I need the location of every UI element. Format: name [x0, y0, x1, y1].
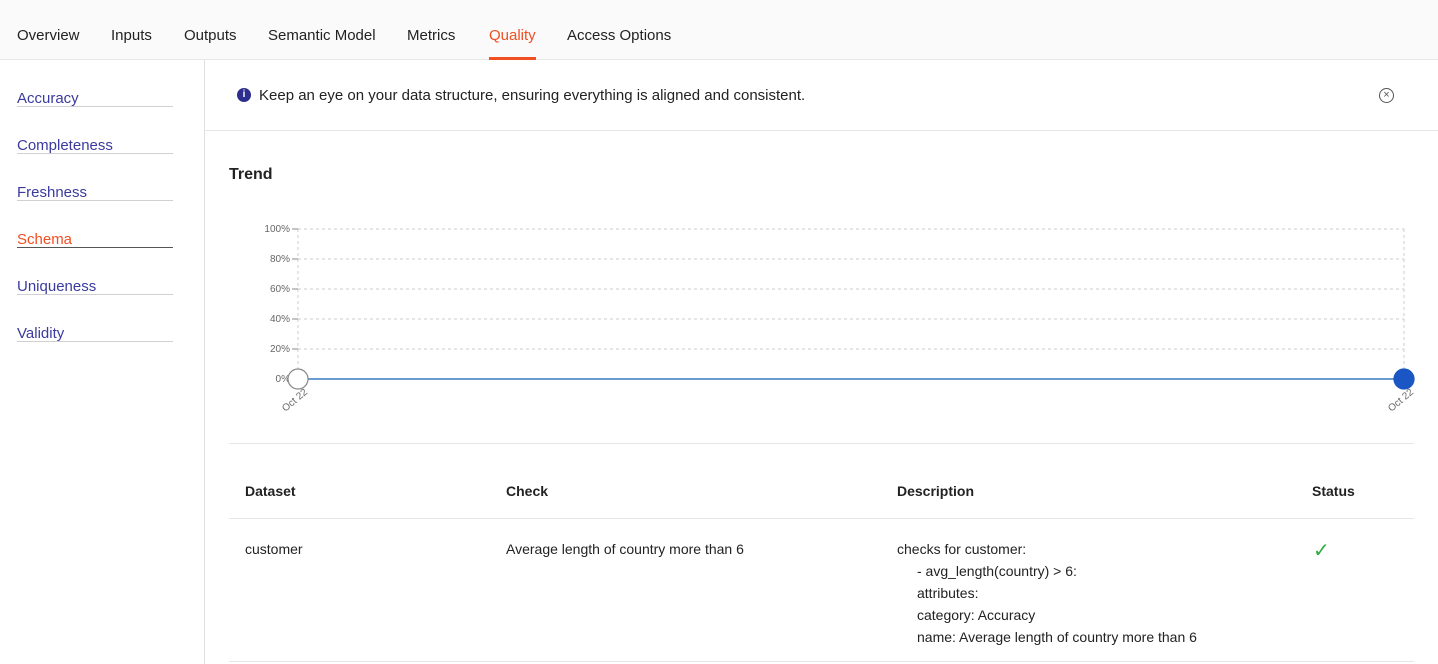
sidebar: Accuracy Completeness Freshness Schema U… [0, 60, 205, 664]
description-line: name: Average length of country more tha… [917, 629, 1197, 645]
tab-outputs[interactable]: Outputs [184, 27, 237, 60]
data-point [1393, 368, 1415, 390]
sidebar-item-schema[interactable]: Schema [17, 201, 173, 248]
y-tick-label: 20% [270, 344, 290, 355]
info-banner: i Keep an eye on your data structure, en… [205, 60, 1438, 131]
header-description: Description [897, 483, 975, 499]
cell-check: Average length of country more than 6 [506, 541, 744, 557]
tab-overview[interactable]: Overview [17, 27, 80, 60]
tab-metrics[interactable]: Metrics [407, 27, 455, 60]
sidebar-item-validity[interactable]: Validity [17, 295, 173, 342]
tab-semantic-model[interactable]: Semantic Model [268, 27, 376, 60]
tab-inputs[interactable]: Inputs [111, 27, 152, 60]
check-icon: ✓ [1313, 540, 1330, 562]
x-tick-label: Oct 22 [280, 387, 310, 415]
info-icon: i [237, 88, 251, 102]
sidebar-item-completeness[interactable]: Completeness [17, 107, 173, 154]
data-point [287, 368, 309, 390]
header-dataset: Dataset [245, 483, 296, 499]
x-tick-label: Oct 22 [1386, 387, 1416, 415]
divider [229, 443, 1414, 444]
sidebar-item-freshness[interactable]: Freshness [17, 154, 173, 201]
tab-access-options[interactable]: Access Options [567, 27, 671, 60]
sidebar-item-accuracy[interactable]: Accuracy [17, 60, 173, 107]
trend-chart: 0%20%40%60%80%100% Oct 22 Oct 22 [264, 224, 1416, 415]
y-tick-label: 60% [270, 284, 290, 295]
description-line: category: Accuracy [917, 607, 1036, 623]
header-check: Check [506, 483, 549, 499]
trend-title: Trend [229, 166, 273, 183]
table-header-divider [229, 518, 1414, 519]
description-line: - avg_length(country) > 6: [917, 563, 1077, 579]
y-tick-label: 40% [270, 314, 290, 325]
y-tick-label: 100% [264, 224, 290, 235]
sidebar-item-uniqueness[interactable]: Uniqueness [17, 248, 173, 295]
cell-dataset: customer [245, 541, 303, 557]
close-circle-icon[interactable]: × [1379, 88, 1394, 103]
table-row-divider [229, 661, 1414, 662]
tab-quality[interactable]: Quality [489, 27, 536, 60]
header-status: Status [1312, 483, 1355, 499]
top-nav: Overview Inputs Outputs Semantic Model M… [0, 0, 1438, 60]
y-tick-label: 80% [270, 254, 290, 265]
banner-text: Keep an eye on your data structure, ensu… [259, 87, 806, 104]
cell-description: checks for customer: - avg_length(countr… [897, 538, 1197, 648]
description-line: checks for customer: [897, 541, 1027, 557]
description-line: attributes: [917, 585, 979, 601]
